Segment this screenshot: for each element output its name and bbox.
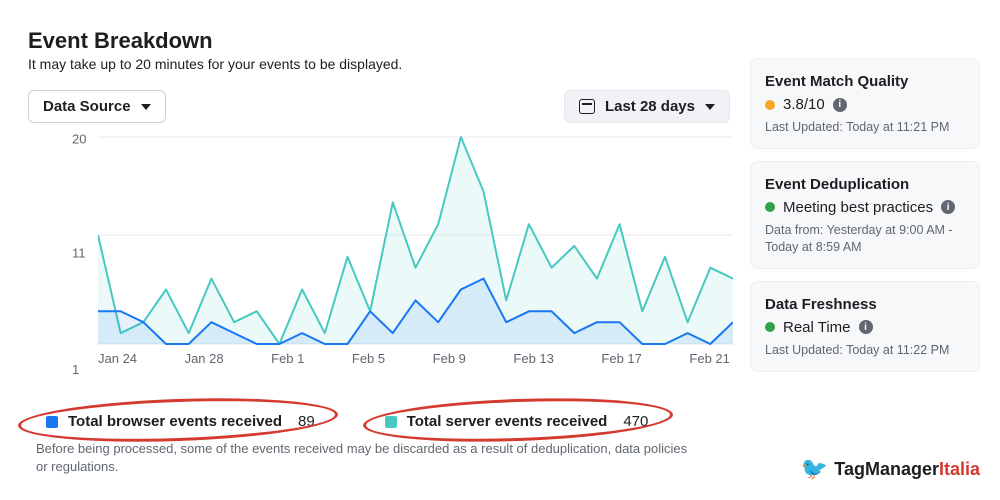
legend-server: Total server events received 470 [385, 413, 649, 430]
y-tick: 20 [72, 132, 86, 147]
chart-svg [98, 133, 733, 348]
x-tick: Feb 5 [352, 351, 385, 366]
calendar-icon [579, 99, 595, 114]
chart-legend: Total browser events received 89 Total s… [28, 413, 730, 430]
x-tick: Jan 28 [185, 351, 224, 366]
freshness-status: Real Time [783, 319, 851, 336]
legend-swatch-server [385, 416, 397, 428]
legend-label: Total browser events received [68, 413, 282, 430]
x-tick: Feb 21 [689, 351, 729, 366]
chart-footnote: Before being processed, some of the even… [28, 440, 688, 475]
status-dot-ok [765, 322, 775, 332]
chevron-down-icon [141, 104, 151, 110]
legend-browser: Total browser events received 89 [46, 413, 315, 430]
y-tick: 11 [72, 246, 86, 261]
data-source-dropdown[interactable]: Data Source [28, 90, 166, 123]
x-axis: Jan 24 Jan 28 Feb 1 Feb 5 Feb 9 Feb 13 Feb 17 F… [98, 351, 730, 366]
date-range-label: Last 28 days [605, 98, 695, 115]
card-title: Event Match Quality [765, 73, 965, 90]
card-title: Event Deduplication [765, 176, 965, 193]
chevron-down-icon [705, 104, 715, 110]
data-source-label: Data Source [43, 98, 131, 115]
bird-icon: 🐦 [801, 456, 828, 482]
x-tick: Jan 24 [98, 351, 137, 366]
card-data-freshness[interactable]: Data Freshness Real Time i Last Updated:… [750, 281, 980, 372]
date-range-dropdown[interactable]: Last 28 days [564, 90, 730, 123]
brand-logo: 🐦 TagManagerItalia [801, 456, 980, 482]
page-subtitle: It may take up to 20 minutes for your ev… [28, 56, 730, 72]
card-meta: Last Updated: Today at 11:22 PM [765, 342, 965, 359]
status-dot-ok [765, 202, 775, 212]
legend-label: Total server events received [407, 413, 608, 430]
legend-value: 89 [298, 413, 315, 430]
status-dot-warning [765, 100, 775, 110]
x-tick: Feb 1 [271, 351, 304, 366]
info-icon[interactable]: i [859, 320, 873, 334]
y-tick: 1 [72, 362, 79, 377]
card-meta: Last Updated: Today at 11:21 PM [765, 119, 965, 136]
page-title: Event Breakdown [28, 28, 730, 54]
legend-swatch-browser [46, 416, 58, 428]
event-chart: 20 11 1 Jan 24Jan 28Feb 1Feb 5Feb 9Feb 1… [28, 133, 730, 373]
legend-value: 470 [623, 413, 648, 430]
info-icon[interactable]: i [941, 200, 955, 214]
dedup-status: Meeting best practices [783, 199, 933, 216]
x-tick: Feb 9 [433, 351, 466, 366]
card-meta: Data from: Yesterday at 9:00 AM - Today … [765, 222, 965, 256]
x-tick: Feb 17 [601, 351, 641, 366]
info-icon[interactable]: i [833, 98, 847, 112]
x-tick: Feb 13 [513, 351, 553, 366]
card-event-match-quality[interactable]: Event Match Quality 3.8/10 i Last Update… [750, 58, 980, 149]
card-event-deduplication[interactable]: Event Deduplication Meeting best practic… [750, 161, 980, 269]
card-title: Data Freshness [765, 296, 965, 313]
match-quality-score: 3.8/10 [783, 96, 825, 113]
